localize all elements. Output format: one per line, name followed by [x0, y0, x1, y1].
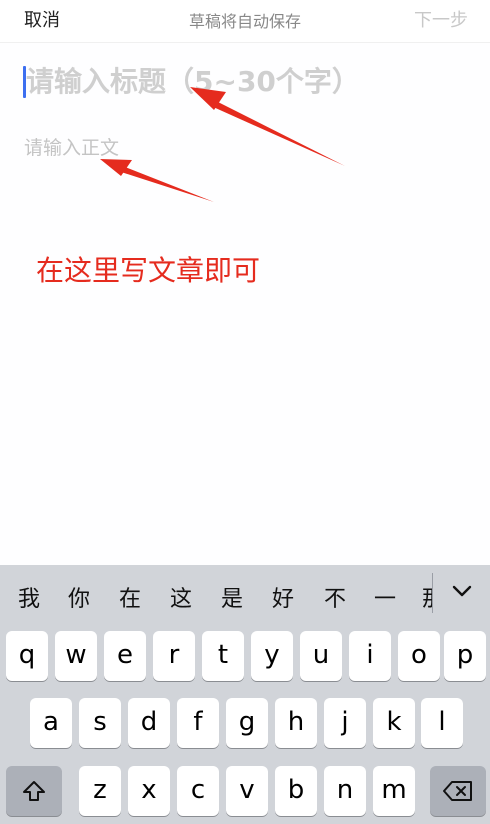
key-y[interactable]: y [251, 631, 293, 681]
candidate-word[interactable]: 这 [170, 581, 192, 613]
key-s[interactable]: s [79, 698, 121, 748]
candidate-bar: 我 你 在 这 是 好 不 一 那 [0, 565, 490, 625]
key-h[interactable]: h [275, 698, 317, 748]
backspace-icon [443, 781, 472, 801]
body-input[interactable]: 请输入正文 [24, 133, 119, 160]
key-l[interactable]: l [421, 698, 463, 748]
shift-key[interactable] [6, 766, 62, 816]
key-v[interactable]: v [226, 766, 268, 816]
article-editor: 请输入标题（5~30个字） 请输入正文 在这里写文章即可 [0, 43, 490, 565]
key-k[interactable]: k [373, 698, 415, 748]
key-o[interactable]: o [398, 631, 440, 681]
title-placeholder: 请输入标题（5~30个字） [26, 65, 360, 98]
candidate-word[interactable]: 在 [119, 581, 141, 613]
key-q[interactable]: q [6, 631, 48, 681]
key-j[interactable]: j [324, 698, 366, 748]
candidate-word[interactable]: 我 [18, 581, 40, 613]
key-z[interactable]: z [79, 766, 121, 816]
key-c[interactable]: c [177, 766, 219, 816]
key-u[interactable]: u [300, 631, 342, 681]
annotation-text: 在这里写文章即可 [36, 254, 261, 287]
key-m[interactable]: m [373, 766, 415, 816]
candidate-divider [432, 573, 433, 613]
chevron-down-icon[interactable] [450, 579, 474, 603]
candidate-word[interactable]: 好 [272, 581, 294, 613]
key-p[interactable]: p [444, 631, 486, 681]
key-g[interactable]: g [226, 698, 268, 748]
key-r[interactable]: r [153, 631, 195, 681]
top-navigation-bar: 取消 草稿将自动保存 下一步 [0, 0, 490, 43]
candidate-word[interactable]: 你 [68, 581, 90, 613]
candidate-word[interactable]: 那 [422, 581, 432, 613]
key-t[interactable]: t [202, 631, 244, 681]
shift-icon [23, 781, 45, 801]
candidate-word[interactable]: 是 [221, 581, 243, 613]
key-i[interactable]: i [349, 631, 391, 681]
delete-key[interactable] [430, 766, 486, 816]
candidate-word[interactable]: 一 [374, 581, 396, 613]
next-step-button[interactable]: 下一步 [414, 6, 468, 32]
key-w[interactable]: w [55, 631, 97, 681]
key-b[interactable]: b [275, 766, 317, 816]
key-x[interactable]: x [128, 766, 170, 816]
key-f[interactable]: f [177, 698, 219, 748]
key-n[interactable]: n [324, 766, 366, 816]
key-d[interactable]: d [128, 698, 170, 748]
candidate-word[interactable]: 不 [324, 581, 346, 613]
key-e[interactable]: e [104, 631, 146, 681]
keyboard: 我 你 在 这 是 好 不 一 那 q w e r t y u i o p a … [0, 565, 490, 824]
key-a[interactable]: a [30, 698, 72, 748]
screen: 取消 草稿将自动保存 下一步 请输入标题（5~30个字） 请输入正文 在这里写文… [0, 0, 490, 824]
